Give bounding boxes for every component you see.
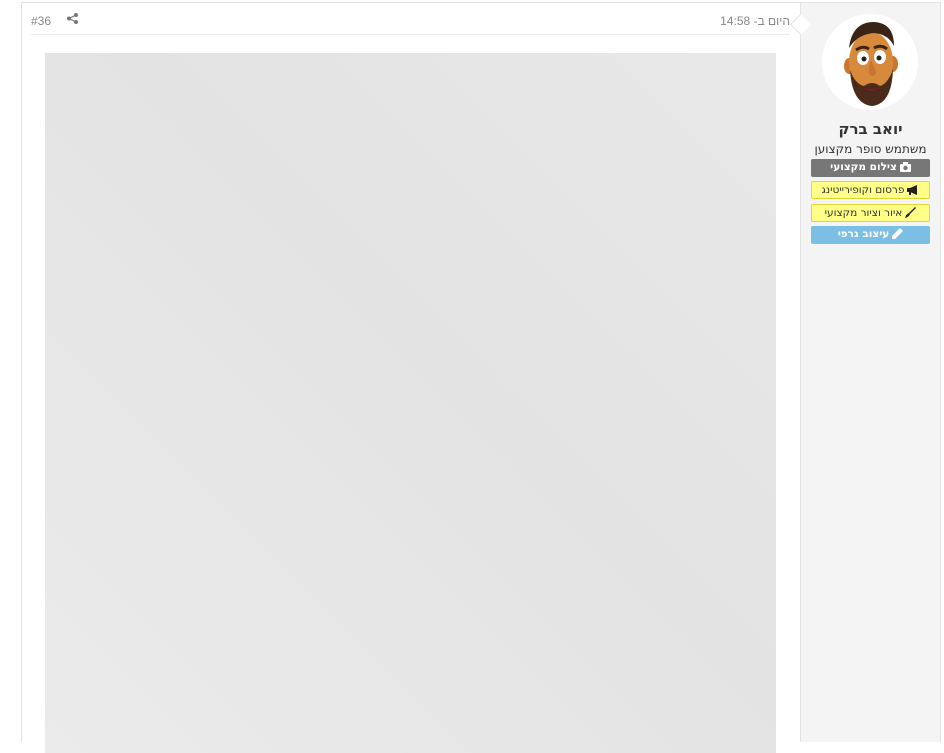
camera-icon	[899, 161, 911, 177]
forum-post: יואב ברק משתמש סופר מקצוען צילום מקצועי …	[21, 2, 941, 753]
avatar[interactable]	[822, 14, 918, 110]
username[interactable]: יואב ברק	[801, 120, 940, 138]
cartoon-avatar-image	[822, 14, 918, 110]
post-header: #36 היום ב- 14:58	[31, 3, 790, 35]
badge-graphic-design: עיצוב גרפי	[811, 226, 930, 244]
post-number[interactable]: #36	[31, 14, 51, 28]
badge-label: צילום מקצועי	[830, 161, 897, 173]
post-image-placeholder[interactable]	[45, 53, 776, 753]
badge-label: איור וציור מקצועי	[824, 207, 903, 219]
user-panel: יואב ברק משתמש סופר מקצוען צילום מקצועי …	[800, 3, 940, 742]
user-rank: משתמש סופר מקצוען	[814, 142, 927, 156]
megaphone-icon	[907, 184, 919, 198]
post-timestamp: היום ב- 14:58	[720, 14, 790, 28]
badge-photography: צילום מקצועי	[811, 159, 930, 177]
badge-label: עיצוב גרפי	[837, 228, 890, 240]
pencil-icon	[892, 228, 904, 244]
badge-label: פרסום וקופירייטינג	[821, 184, 905, 196]
share-icon[interactable]	[67, 13, 78, 27]
brush-icon	[905, 207, 917, 221]
badge-illustration: איור וציור מקצועי	[811, 204, 930, 222]
badge-advertising: פרסום וקופירייטינג	[811, 181, 930, 199]
